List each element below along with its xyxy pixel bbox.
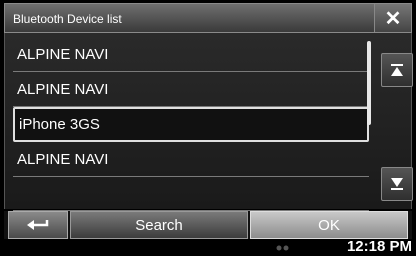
scroll-to-top-icon [391, 64, 403, 76]
status-bar: 12:18 PM [0, 238, 416, 256]
back-arrow-icon [27, 220, 49, 230]
search-button[interactable]: Search [70, 211, 248, 239]
window-title: Bluetooth Device list [13, 12, 122, 26]
device-name: iPhone 3GS [19, 116, 100, 133]
bottom-bar: Search OK [4, 211, 412, 239]
back-button[interactable] [8, 211, 68, 239]
device-list-item[interactable]: ALPINE NAVI [13, 142, 369, 177]
device-list: ALPINE NAVI ALPINE NAVI iPhone 3GS ALPIN… [13, 37, 369, 211]
device-list-item-selected[interactable]: iPhone 3GS [13, 107, 369, 142]
scrollbar-thumb[interactable] [367, 41, 371, 125]
title-bar: Bluetooth Device list ✕ [4, 3, 412, 33]
phone-status-icon [276, 245, 289, 251]
device-list-item[interactable]: ALPINE NAVI [13, 72, 369, 107]
scroll-down-button[interactable] [381, 167, 413, 201]
device-name: ALPINE NAVI [17, 150, 109, 168]
scroll-to-bottom-icon [391, 178, 403, 190]
device-list-item[interactable]: ALPINE NAVI [13, 37, 369, 72]
close-icon: ✕ [384, 7, 402, 30]
ok-button-label: OK [318, 216, 340, 234]
device-name: ALPINE NAVI [17, 80, 109, 98]
device-list-panel: ALPINE NAVI ALPINE NAVI iPhone 3GS ALPIN… [4, 33, 413, 211]
search-button-label: Search [135, 216, 183, 234]
empty-list-slot [13, 177, 369, 211]
ok-button[interactable]: OK [250, 211, 408, 239]
device-name: ALPINE NAVI [17, 45, 109, 63]
clock: 12:18 PM [346, 238, 412, 255]
scroll-up-button[interactable] [381, 53, 413, 87]
close-button[interactable]: ✕ [374, 4, 411, 32]
